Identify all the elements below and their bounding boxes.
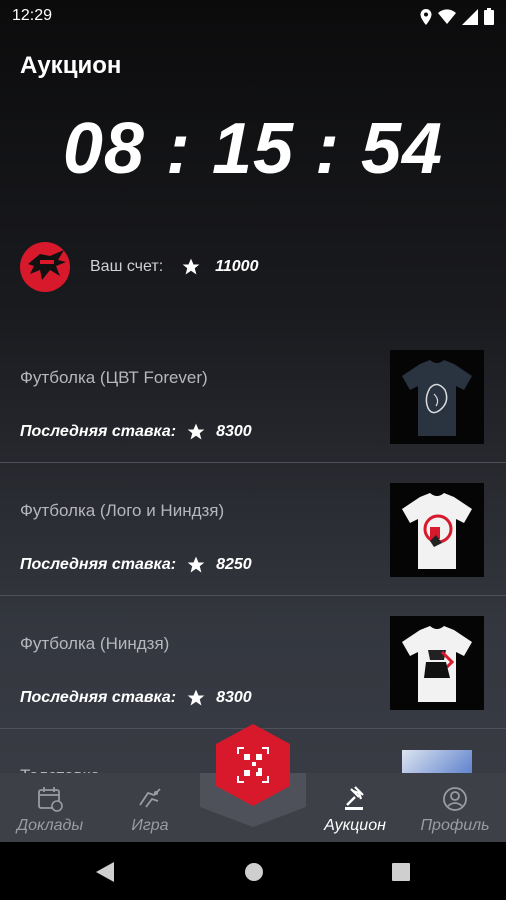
game-icon	[139, 788, 161, 808]
location-icon	[420, 8, 432, 25]
battery-icon	[484, 8, 494, 25]
nav-label: Аукцион	[324, 817, 386, 834]
wifi-icon	[438, 8, 456, 24]
bid-label: Последняя ставка:	[20, 556, 177, 573]
status-bar: 12:29	[0, 0, 506, 34]
item-bid: Последняя ставка: 8300	[20, 688, 252, 708]
page-title: Аукцион	[20, 52, 122, 79]
tshirt-ninja-icon	[402, 626, 472, 702]
nav-label: Игра	[131, 817, 169, 834]
qr-scan-button[interactable]	[216, 724, 290, 806]
ninja-logo-icon	[28, 250, 66, 280]
nav-item-game[interactable]: Игра	[100, 773, 200, 842]
user-score: Ваш счет: 11000	[20, 242, 258, 292]
bid-label: Последняя ставка:	[20, 423, 177, 440]
item-bid: Последняя ставка: 8300	[20, 422, 252, 442]
item-name: Футболка (Ниндзя)	[20, 634, 170, 653]
star-icon	[187, 689, 205, 706]
auction-list: Футболка (ЦВТ Forever) Последняя ставка:…	[0, 330, 506, 729]
tshirt-white-icon	[402, 493, 472, 569]
auction-item[interactable]: Футболка (Лого и Ниндзя) Последняя ставк…	[0, 463, 506, 596]
item-image	[390, 350, 484, 444]
item-name: Футболка (ЦВТ Forever)	[20, 368, 208, 387]
calendar-icon	[38, 787, 63, 812]
tshirt-dark-icon	[402, 360, 472, 436]
nav-item-reports[interactable]: Доклады	[0, 773, 100, 842]
nav-label: Доклады	[16, 817, 84, 834]
home-icon[interactable]	[244, 862, 264, 882]
nav-item-auction[interactable]: Аукцион	[305, 773, 405, 842]
recents-icon[interactable]	[392, 863, 410, 881]
score-label: Ваш счет:	[90, 258, 164, 275]
gavel-icon	[345, 786, 364, 810]
item-image	[390, 483, 484, 577]
star-icon	[187, 556, 205, 573]
star-icon	[187, 423, 205, 440]
bid-value: 8300	[216, 423, 252, 440]
countdown-timer: 08 : 15 : 54	[62, 109, 444, 189]
star-icon	[182, 258, 200, 275]
status-icons	[420, 8, 494, 25]
avatar	[20, 242, 70, 292]
system-navigation	[0, 842, 506, 900]
bid-value: 8300	[216, 689, 252, 706]
nav-item-profile[interactable]: Профиль	[405, 773, 505, 842]
profile-icon	[443, 787, 467, 811]
status-time: 12:29	[12, 7, 53, 24]
item-name: Футболка (Лого и Ниндзя)	[20, 501, 225, 520]
item-bid: Последняя ставка: 8250	[20, 555, 252, 575]
auction-item[interactable]: Футболка (Ниндзя) Последняя ставка: 8300	[0, 596, 506, 729]
nav-label: Профиль	[420, 817, 490, 834]
back-icon[interactable]	[96, 862, 114, 882]
signal-icon	[462, 8, 478, 25]
auction-item[interactable]: Футболка (ЦВТ Forever) Последняя ставка:…	[0, 330, 506, 463]
item-image	[390, 616, 484, 710]
bid-value: 8250	[216, 556, 252, 573]
score-value: 11000	[215, 258, 259, 275]
bid-label: Последняя ставка:	[20, 689, 177, 706]
